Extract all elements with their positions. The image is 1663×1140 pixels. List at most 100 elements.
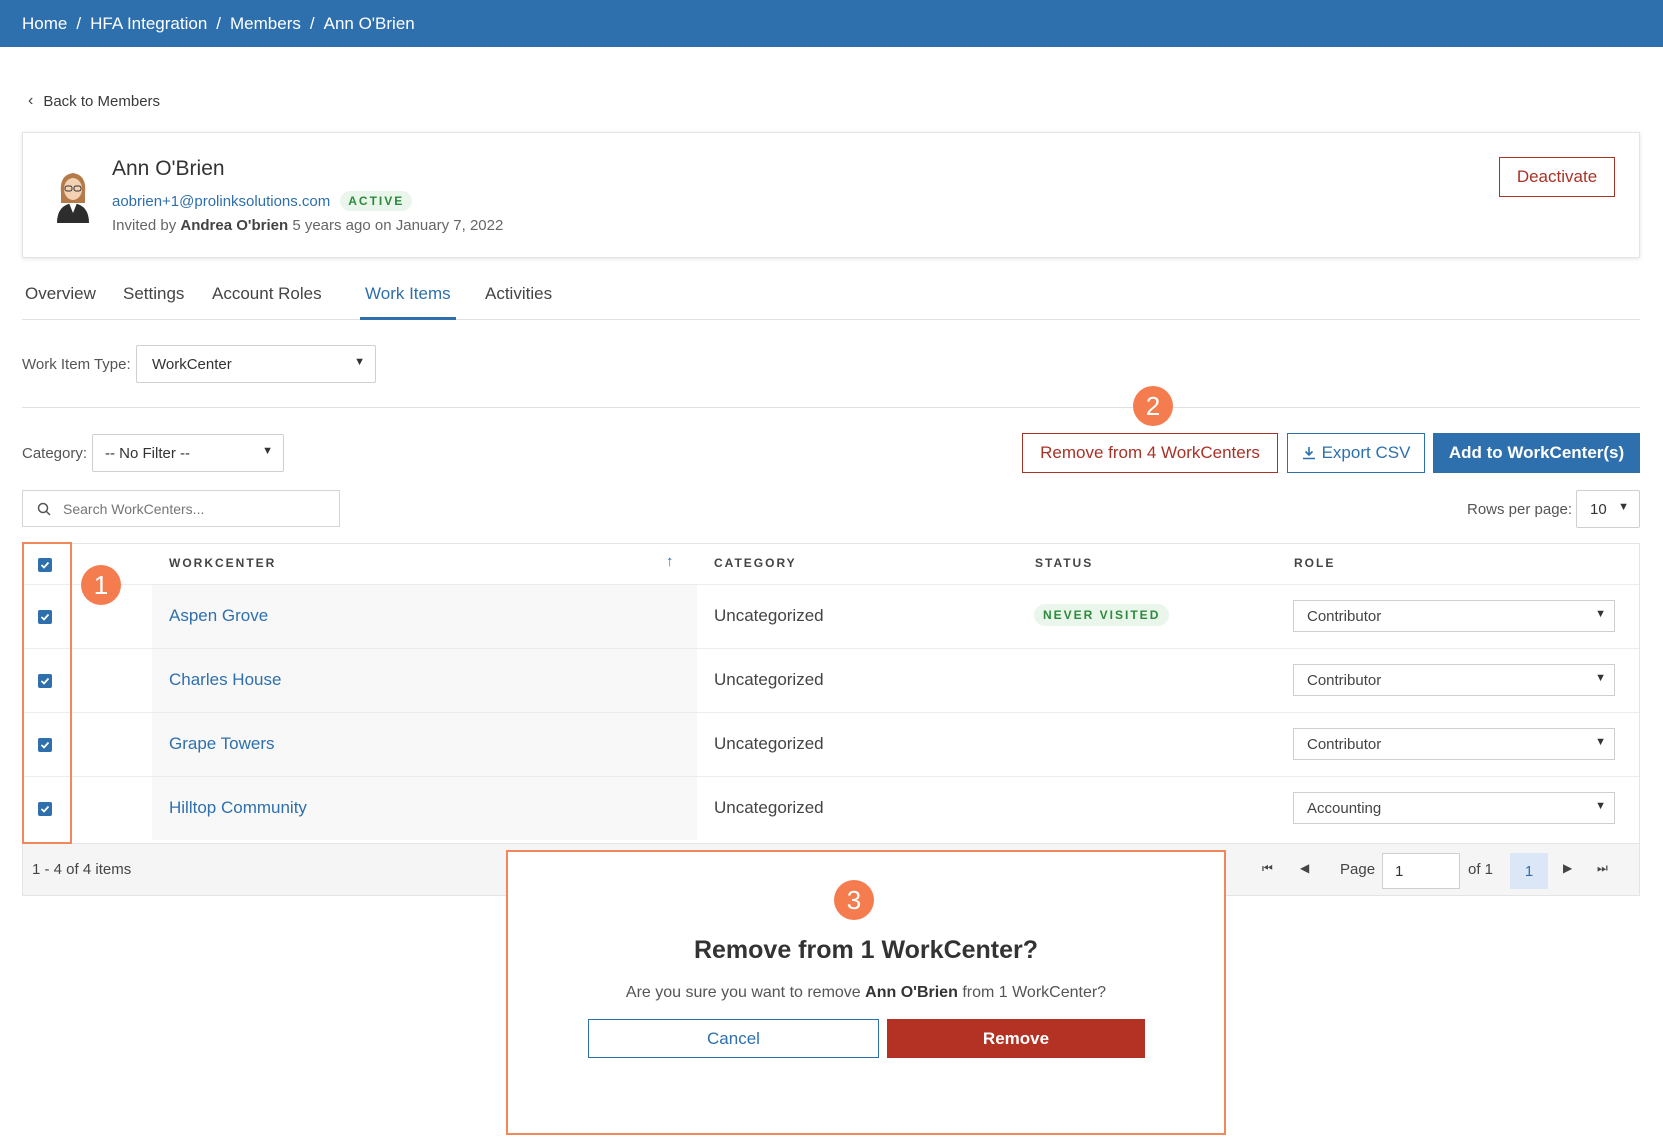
chevron-down-icon: ▼ [1595, 800, 1606, 812]
chevron-down-icon: ▼ [354, 356, 365, 368]
invited-prefix: Invited by [112, 217, 177, 234]
role-value: Accounting [1307, 799, 1382, 817]
role-select[interactable]: Accounting ▼ [1293, 792, 1615, 824]
tab-account-roles[interactable]: Account Roles [212, 284, 322, 304]
status-badge: NEVER VISITED [1034, 604, 1170, 626]
workcenters-table: WORKCENTER ↑ CATEGORY STATUS ROLE Aspen … [22, 543, 1640, 894]
table-row: Aspen Grove Uncategorized NEVER VISITED … [23, 584, 1639, 648]
dialog-title: Remove from 1 WorkCenter? [693, 936, 1039, 964]
remove-button[interactable]: Remove [887, 1019, 1145, 1058]
annotation-marker-1: 1 [81, 565, 121, 605]
dialog-message-suffix: from 1 WorkCenter? [962, 984, 1107, 1001]
table-row: Hilltop Community Uncategorized Accounti… [23, 776, 1639, 840]
workcenter-category: Uncategorized [714, 798, 824, 817]
chevron-down-icon: ▼ [1618, 501, 1629, 513]
role-select[interactable]: Contributor ▼ [1293, 664, 1615, 696]
remove-from-workcenters-button[interactable]: Remove from 4 WorkCenters [1022, 433, 1278, 473]
deactivate-button[interactable]: Deactivate [1499, 157, 1615, 197]
chevron-down-icon: ▼ [262, 445, 273, 457]
category-label: Category: [22, 445, 88, 462]
role-value: Contributor [1307, 735, 1382, 753]
tab-activities[interactable]: Activities [485, 284, 552, 304]
export-csv-button[interactable]: Export CSV [1287, 433, 1425, 473]
breadcrumb-separator: / [309, 13, 315, 33]
category-filter-select[interactable]: -- No Filter -- ▼ [92, 434, 284, 472]
annotation-marker-2: 2 [1133, 386, 1173, 426]
tab-overview[interactable]: Overview [25, 284, 96, 304]
search-workcenters [22, 490, 340, 527]
dialog-member-name: Ann O'Brien [865, 984, 958, 1001]
previous-page-icon[interactable]: ◀ [1300, 861, 1309, 875]
workcenter-category: Uncategorized [714, 606, 824, 625]
page-total-label: of 1 [1468, 861, 1494, 878]
search-input[interactable] [61, 499, 321, 518]
breadcrumb-separator: / [76, 13, 82, 33]
next-page-icon[interactable]: ▶ [1563, 861, 1572, 875]
breadcrumb-current-member: Ann O'Brien [323, 13, 415, 33]
chevron-left-icon: ‹ [28, 92, 34, 109]
role-select[interactable]: Contributor ▼ [1293, 728, 1615, 760]
search-icon [37, 502, 51, 516]
last-page-icon[interactable]: ⏭ [1597, 861, 1608, 876]
workcenter-category: Uncategorized [714, 734, 824, 753]
rows-per-page-value: 10 [1590, 500, 1607, 518]
member-name: Ann O'Brien [112, 157, 225, 180]
first-page-icon[interactable]: ⏮ [1262, 861, 1273, 876]
workcenter-name-link[interactable]: Grape Towers [169, 734, 275, 754]
annotation-marker-3: 3 [834, 880, 874, 920]
back-to-members-label: Back to Members [43, 92, 161, 110]
avatar [57, 173, 89, 223]
column-header-role[interactable]: ROLE [1294, 556, 1335, 570]
breadcrumb-separator: / [216, 13, 222, 33]
breadcrumb: Home / HFA Integration / Members / Ann O… [0, 0, 1663, 47]
cancel-button[interactable]: Cancel [588, 1019, 879, 1058]
invited-date: 5 years ago on January 7, 2022 [292, 217, 504, 234]
sort-ascending-icon[interactable]: ↑ [666, 553, 674, 570]
workcenter-name-link[interactable]: Aspen Grove [169, 606, 268, 626]
column-header-workcenter[interactable]: WORKCENTER [169, 556, 276, 570]
items-count: 1 - 4 of 4 items [32, 861, 132, 878]
workcenter-name-link[interactable]: Charles House [169, 670, 281, 690]
member-email-row: aobrien+1@prolinksolutions.com ACTIVE [112, 191, 413, 211]
checkbox-column-highlight [22, 542, 72, 844]
page-label: Page [1340, 861, 1376, 878]
chevron-down-icon: ▼ [1595, 736, 1606, 748]
dialog-message-prefix: Are you sure you want to remove [625, 984, 861, 1001]
work-item-type-select[interactable]: WorkCenter ▼ [136, 345, 376, 383]
breadcrumb-members[interactable]: Members [230, 14, 301, 34]
status-badge: ACTIVE [340, 191, 413, 211]
workcenter-category: Uncategorized [714, 670, 824, 689]
dialog-message: Are you sure you want to remove Ann O'Br… [508, 984, 1224, 1002]
section-divider [22, 407, 1640, 408]
member-profile-card: Ann O'Brien aobrien+1@prolinksolutions.c… [22, 132, 1640, 258]
page-number-input[interactable] [1382, 853, 1460, 889]
column-header-status[interactable]: STATUS [1035, 556, 1093, 570]
column-header-category[interactable]: CATEGORY [714, 556, 797, 570]
chevron-down-icon: ▼ [1595, 608, 1606, 620]
rows-per-page-label: Rows per page: [1467, 501, 1573, 518]
work-item-type-label: Work Item Type: [22, 356, 131, 373]
rows-per-page-select[interactable]: 10 ▼ [1576, 490, 1640, 528]
tab-settings[interactable]: Settings [123, 284, 184, 304]
role-value: Contributor [1307, 671, 1382, 689]
back-to-members-link[interactable]: ‹ Back to Members [28, 92, 160, 110]
page-button-current[interactable]: 1 [1510, 853, 1548, 889]
download-icon [1302, 447, 1315, 460]
breadcrumb-hfa-integration[interactable]: HFA Integration [90, 14, 207, 34]
active-tab-indicator [360, 317, 456, 320]
add-to-workcenters-button[interactable]: Add to WorkCenter(s) [1433, 433, 1640, 473]
breadcrumb-home[interactable]: Home [22, 14, 67, 34]
table-row: Charles House Uncategorized Contributor … [23, 648, 1639, 712]
category-filter-value: -- No Filter -- [105, 444, 190, 462]
export-csv-label: Export CSV [1321, 443, 1411, 462]
member-email[interactable]: aobrien+1@prolinksolutions.com [112, 193, 330, 210]
member-tabs: Overview Settings Account Roles Work Ite… [22, 272, 1640, 320]
role-value: Contributor [1307, 607, 1382, 625]
chevron-down-icon: ▼ [1595, 672, 1606, 684]
invited-info: Invited by Andrea O'brien 5 years ago on… [112, 217, 503, 234]
role-select[interactable]: Contributor ▼ [1293, 600, 1615, 632]
workcenter-name-link[interactable]: Hilltop Community [169, 798, 307, 818]
tab-work-items[interactable]: Work Items [365, 284, 451, 304]
work-item-type-value: WorkCenter [152, 355, 232, 373]
table-row: Grape Towers Uncategorized Contributor ▼ [23, 712, 1639, 776]
